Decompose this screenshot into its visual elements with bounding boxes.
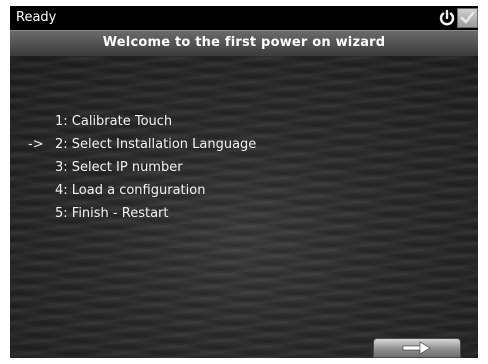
step-label: 3: Select IP number	[55, 160, 183, 175]
current-step-marker: ->	[28, 137, 44, 152]
status-text: Ready	[16, 10, 57, 25]
wizard-step-select-ip[interactable]: 3: Select IP number	[28, 156, 256, 179]
step-label: 2: Select Installation Language	[55, 137, 257, 152]
step-label: 4: Load a configuration	[55, 183, 206, 198]
wizard-step-calibrate-touch[interactable]: 1: Calibrate Touch	[28, 110, 256, 133]
power-button[interactable]	[437, 8, 457, 28]
confirm-button[interactable]	[457, 8, 478, 28]
wizard-step-list: 1: Calibrate Touch -> 2: Select Installat…	[28, 110, 256, 225]
wizard-step-select-language[interactable]: -> 2: Select Installation Language	[28, 133, 256, 156]
checkmark-icon	[460, 11, 475, 24]
status-bar: Ready	[10, 6, 478, 30]
wizard-title-bar: Welcome to the first power on wizard	[10, 30, 478, 56]
page-title: Welcome to the first power on wizard	[102, 35, 386, 50]
arrow-right-icon	[402, 341, 431, 355]
step-label: 1: Calibrate Touch	[55, 114, 173, 129]
wizard-step-load-configuration[interactable]: 4: Load a configuration	[28, 179, 256, 202]
wizard-step-finish-restart[interactable]: 5: Finish - Restart	[28, 202, 256, 225]
step-label: 5: Finish - Restart	[55, 206, 169, 221]
wizard-screen: Ready Welcome to the first power on wiza…	[10, 6, 478, 358]
power-icon	[439, 9, 455, 26]
next-button[interactable]	[373, 338, 461, 358]
